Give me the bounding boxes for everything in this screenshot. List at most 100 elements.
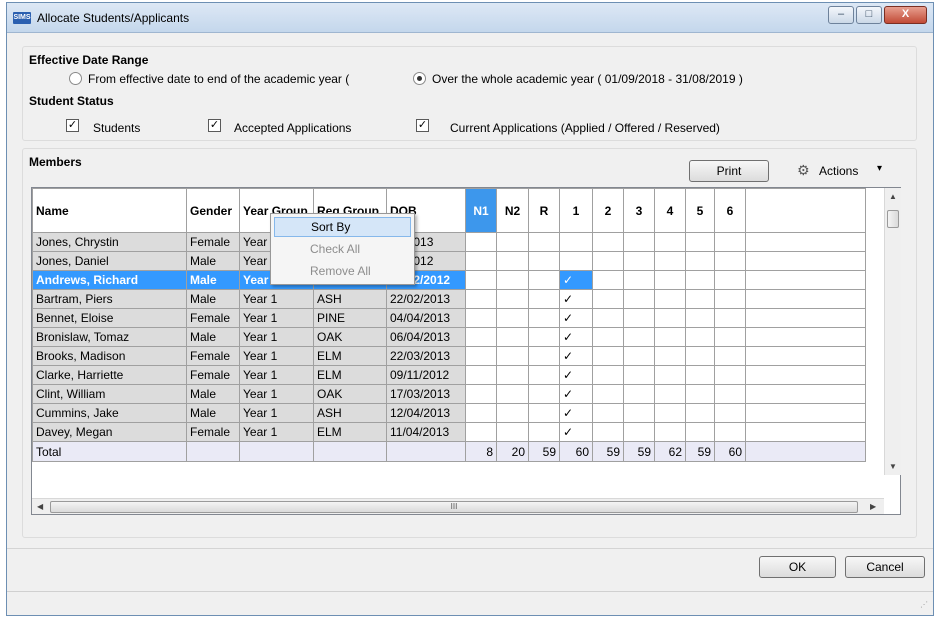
allocation-cell-5[interactable] xyxy=(685,232,715,252)
allocation-cell-n2[interactable] xyxy=(496,308,529,328)
table-row[interactable]: Clint, William Male Year 1 OAK 17/03/2013 ✓ xyxy=(32,384,866,404)
allocation-cell-5[interactable] xyxy=(685,327,715,347)
allocation-cell-r[interactable] xyxy=(528,251,560,271)
allocation-cell-2[interactable] xyxy=(592,346,624,366)
allocation-cell-3[interactable] xyxy=(623,289,655,309)
column-header-n1[interactable]: N1 xyxy=(465,188,497,233)
allocation-cell-n2[interactable] xyxy=(496,403,529,423)
scroll-up-icon[interactable]: ▲ xyxy=(889,192,897,201)
print-button[interactable]: Print xyxy=(689,160,769,182)
allocation-cell-6[interactable] xyxy=(714,346,746,366)
allocation-cell-5[interactable] xyxy=(685,403,715,423)
allocation-cell-1[interactable]: ✓ xyxy=(559,384,593,404)
allocation-cell-n2[interactable] xyxy=(496,422,529,442)
column-header-2[interactable]: 2 xyxy=(592,188,624,233)
allocation-cell-4[interactable] xyxy=(654,327,686,347)
column-header-5[interactable]: 5 xyxy=(685,188,715,233)
column-header-6[interactable]: 6 xyxy=(714,188,746,233)
allocation-cell-r[interactable] xyxy=(528,232,560,252)
column-header-r[interactable]: R xyxy=(528,188,560,233)
column-header-name[interactable]: Name xyxy=(32,188,187,233)
table-row[interactable]: Bronislaw, Tomaz Male Year 1 OAK 06/04/2013 ✓ xyxy=(32,327,866,347)
horizontal-scroll-thumb[interactable]: III xyxy=(50,501,858,513)
allocation-cell-2[interactable] xyxy=(592,422,624,442)
vertical-scroll-thumb[interactable] xyxy=(887,210,899,228)
table-row[interactable]: Brooks, Madison Female Year 1 ELM 22/03/2013… xyxy=(32,346,866,366)
allocation-cell-2[interactable] xyxy=(592,232,624,252)
allocation-cell-r[interactable] xyxy=(528,346,560,366)
allocation-cell-6[interactable] xyxy=(714,327,746,347)
allocation-cell-2[interactable] xyxy=(592,403,624,423)
column-header-3[interactable]: 3 xyxy=(623,188,655,233)
allocation-cell-r[interactable] xyxy=(528,384,560,404)
allocation-cell-n1[interactable] xyxy=(465,251,497,271)
allocation-cell-1[interactable]: ✓ xyxy=(559,346,593,366)
allocation-cell-4[interactable] xyxy=(654,232,686,252)
menu-item-check-all[interactable]: Check All xyxy=(274,239,411,259)
allocation-cell-4[interactable] xyxy=(654,270,686,290)
allocation-cell-n1[interactable] xyxy=(465,270,497,290)
menu-item-sort-by[interactable]: Sort By xyxy=(274,217,411,237)
allocation-cell-1[interactable]: ✓ xyxy=(559,327,593,347)
allocation-cell-6[interactable] xyxy=(714,403,746,423)
allocation-cell-6[interactable] xyxy=(714,289,746,309)
vertical-scrollbar[interactable]: ▲ ▼ xyxy=(884,188,901,475)
allocation-cell-1[interactable]: ✓ xyxy=(559,403,593,423)
allocation-cell-3[interactable] xyxy=(623,384,655,404)
allocation-cell-4[interactable] xyxy=(654,365,686,385)
column-header-n2[interactable]: N2 xyxy=(496,188,529,233)
allocation-cell-4[interactable] xyxy=(654,346,686,366)
allocation-cell-4[interactable] xyxy=(654,251,686,271)
allocation-cell-6[interactable] xyxy=(714,270,746,290)
menu-item-remove-all[interactable]: Remove All xyxy=(274,261,411,281)
maximize-button[interactable]: □ xyxy=(856,6,882,24)
allocation-cell-5[interactable] xyxy=(685,384,715,404)
resize-grip-icon[interactable]: ⋰ xyxy=(920,600,930,610)
allocation-cell-3[interactable] xyxy=(623,346,655,366)
allocation-cell-2[interactable] xyxy=(592,251,624,271)
allocation-cell-4[interactable] xyxy=(654,403,686,423)
checkbox-students[interactable]: ✓ xyxy=(66,119,79,132)
allocation-cell-n2[interactable] xyxy=(496,289,529,309)
allocation-cell-6[interactable] xyxy=(714,365,746,385)
table-row[interactable]: Davey, Megan Female Year 1 ELM 11/04/2013 ✓ xyxy=(32,422,866,442)
allocation-cell-6[interactable] xyxy=(714,251,746,271)
ok-button[interactable]: OK xyxy=(759,556,836,578)
allocation-cell-3[interactable] xyxy=(623,422,655,442)
close-button[interactable]: X xyxy=(884,6,927,24)
checkbox-current-applications[interactable]: ✓ xyxy=(416,119,429,132)
allocation-cell-4[interactable] xyxy=(654,422,686,442)
allocation-cell-4[interactable] xyxy=(654,289,686,309)
allocation-cell-n2[interactable] xyxy=(496,251,529,271)
allocation-cell-2[interactable] xyxy=(592,384,624,404)
cancel-button[interactable]: Cancel xyxy=(845,556,925,578)
scroll-down-icon[interactable]: ▼ xyxy=(889,462,897,471)
allocation-cell-r[interactable] xyxy=(528,308,560,328)
allocation-cell-6[interactable] xyxy=(714,422,746,442)
allocation-cell-n2[interactable] xyxy=(496,365,529,385)
radio-effective-date[interactable] xyxy=(69,72,82,85)
allocation-cell-6[interactable] xyxy=(714,384,746,404)
allocation-cell-3[interactable] xyxy=(623,365,655,385)
allocation-cell-1[interactable] xyxy=(559,232,593,252)
allocation-cell-3[interactable] xyxy=(623,251,655,271)
allocation-cell-1[interactable]: ✓ xyxy=(559,289,593,309)
table-row[interactable]: Jones, ChrystinFemaleYear 103/2013 xyxy=(32,232,866,252)
allocation-cell-1[interactable]: ✓ xyxy=(559,308,593,328)
allocation-cell-1[interactable]: ✓ xyxy=(559,422,593,442)
table-row[interactable]: Cummins, Jake Male Year 1 ASH 12/04/2013 ✓ xyxy=(32,403,866,423)
horizontal-scrollbar[interactable]: ◀ III ▶ xyxy=(32,498,884,514)
allocation-cell-n1[interactable] xyxy=(465,308,497,328)
column-header-gender[interactable]: Gender xyxy=(186,188,240,233)
radio-whole-year[interactable] xyxy=(413,72,426,85)
allocation-cell-r[interactable] xyxy=(528,270,560,290)
allocation-cell-1[interactable]: ✓ xyxy=(559,270,593,290)
allocation-cell-3[interactable] xyxy=(623,232,655,252)
allocation-cell-r[interactable] xyxy=(528,289,560,309)
allocation-cell-3[interactable] xyxy=(623,403,655,423)
table-row[interactable]: Clarke, Harriette Female Year 1 ELM 09/11/20… xyxy=(32,365,866,385)
table-row[interactable]: Andrews, RichardMaleYear 1ASH02/12/2012✓ xyxy=(32,270,866,290)
allocation-cell-n1[interactable] xyxy=(465,289,497,309)
allocation-cell-n2[interactable] xyxy=(496,232,529,252)
allocation-cell-5[interactable] xyxy=(685,365,715,385)
